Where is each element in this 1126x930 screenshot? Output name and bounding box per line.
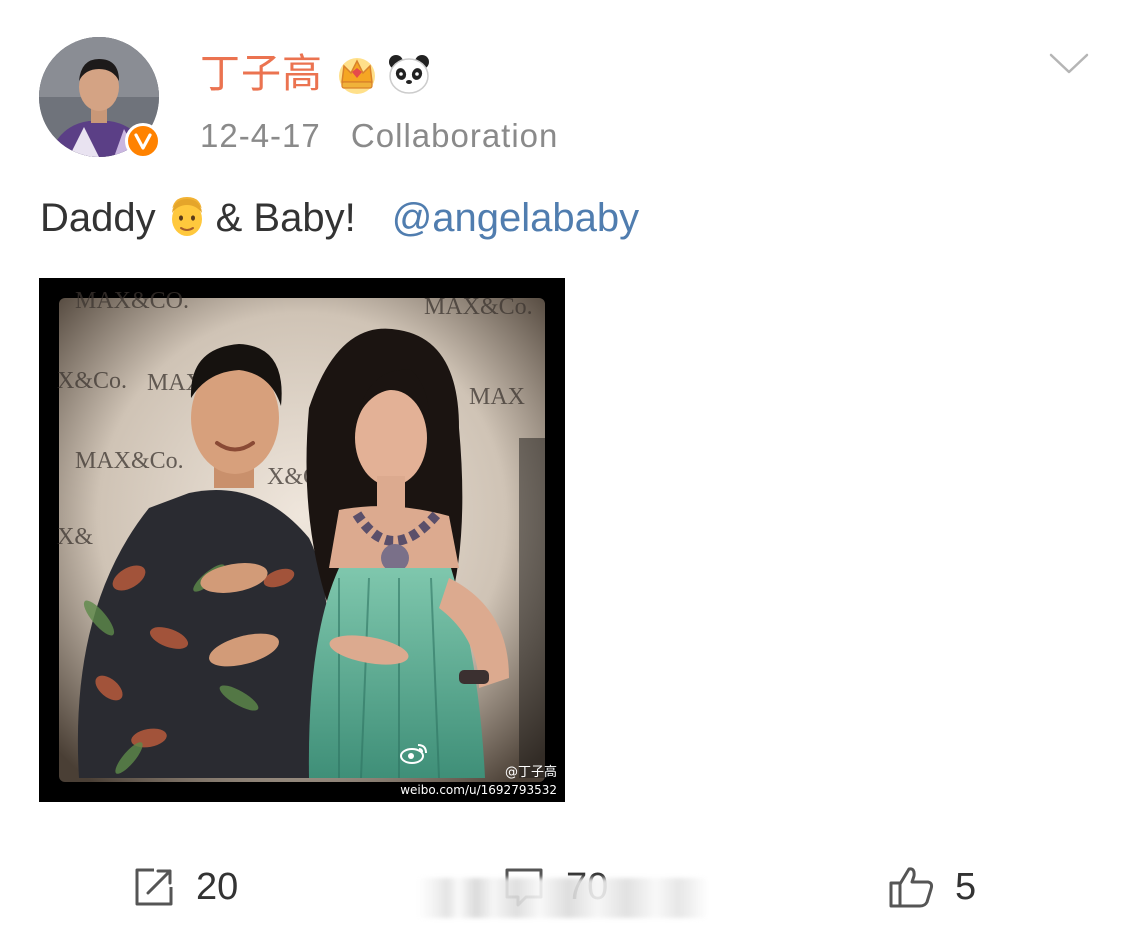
post-date: 12-4-17 [200, 117, 321, 154]
repost-button[interactable]: 20 [132, 862, 238, 912]
author-name[interactable]: 丁子高 [200, 50, 323, 98]
blur-overlay [418, 878, 708, 918]
post-meta: 12-4-17 Collaboration [200, 116, 558, 156]
photo-image: MAX&CO. MAX&Co. X&Co. MAX MAX MAX&Co. X&… [39, 278, 565, 802]
crown-badge-icon[interactable] [334, 52, 380, 96]
svg-text:MAX: MAX [469, 384, 525, 410]
post-text-part: Daddy [40, 196, 156, 240]
repost-icon [135, 868, 173, 906]
like-count: 5 [955, 865, 977, 908]
svg-text:MAX&Co.: MAX&Co. [75, 448, 184, 474]
watermark-url: weibo.com/u/1692793532 [400, 783, 557, 797]
man-emoji-icon [171, 197, 202, 236]
weibo-logo-icon [400, 744, 428, 764]
thumbs-up-icon [889, 867, 934, 908]
post-text: Daddy & Baby! @angelababy [40, 190, 639, 246]
svg-text:MAX&CO.: MAX&CO. [75, 288, 189, 314]
svg-text:MAX&Co.: MAX&Co. [424, 294, 533, 320]
svg-text:X&Co.: X&Co. [57, 368, 127, 394]
post-text-part: & Baby! [215, 196, 356, 240]
panda-badge-icon[interactable] [386, 52, 432, 96]
author-avatar[interactable] [39, 37, 161, 159]
like-button[interactable]: 5 [887, 862, 976, 912]
repost-count: 20 [196, 865, 239, 908]
mention-link[interactable]: @angelababy [392, 196, 639, 240]
post-image[interactable]: MAX&CO. MAX&Co. X&Co. MAX MAX MAX&Co. X&… [39, 278, 565, 802]
svg-text:X&: X& [57, 524, 93, 550]
post-source[interactable]: Collaboration [351, 117, 558, 154]
verified-v-icon [125, 123, 161, 159]
chevron-down-icon[interactable] [1048, 50, 1090, 78]
photo-watermark: @丁子高 weibo.com/u/1692793532 [400, 742, 557, 798]
watermark-handle: @丁子高 [504, 765, 557, 780]
